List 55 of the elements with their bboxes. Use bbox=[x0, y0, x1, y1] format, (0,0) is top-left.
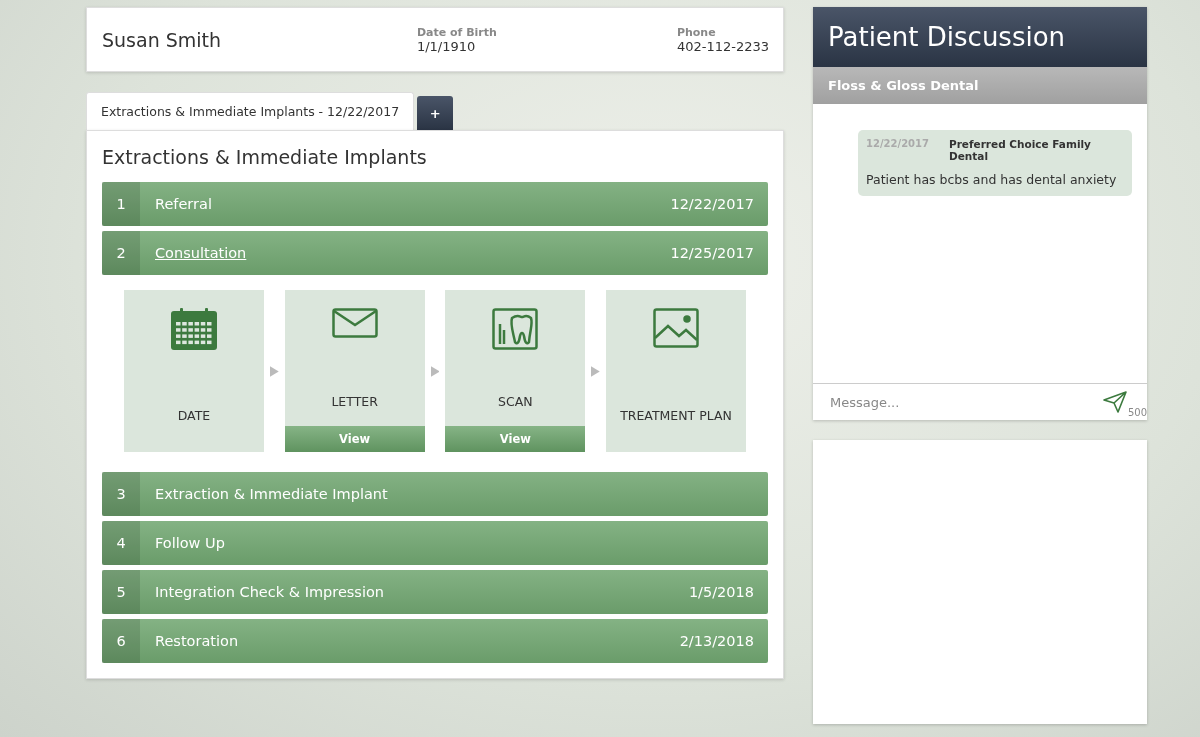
step-title: Consultation bbox=[154, 245, 248, 261]
step-header[interactable]: 1 Referral 12/22/2017 bbox=[102, 182, 768, 226]
card-label: SCAN bbox=[498, 394, 533, 409]
step-number: 3 bbox=[102, 472, 140, 516]
step-number: 2 bbox=[102, 231, 140, 275]
arrow-icon bbox=[269, 365, 279, 377]
arrow-icon bbox=[430, 365, 440, 377]
field-label: Phone bbox=[676, 25, 717, 39]
patient-name: Susan Smith bbox=[102, 28, 223, 51]
field-value: 1/1/1910 bbox=[416, 38, 477, 54]
step-title: Extraction & Immediate Implant bbox=[154, 486, 389, 502]
step-date: 12/25/2017 bbox=[670, 245, 755, 261]
step-card[interactable]: DATE bbox=[124, 290, 264, 452]
message-date: 12/22/2017 bbox=[866, 138, 929, 151]
message-author: Preferred Choice Family Dental bbox=[948, 138, 1092, 162]
arrow-icon bbox=[591, 365, 601, 377]
step-number: 6 bbox=[102, 619, 140, 663]
field-value: 402-112-2233 bbox=[676, 38, 769, 54]
view-button[interactable]: View bbox=[284, 426, 425, 452]
step-card[interactable]: TREATMENT PLAN bbox=[606, 290, 746, 452]
step-title: Restoration bbox=[154, 633, 240, 649]
step-number: 5 bbox=[102, 570, 140, 614]
step-number: 1 bbox=[102, 182, 140, 226]
image-icon bbox=[653, 308, 700, 348]
step-header[interactable]: 6 Restoration 2/13/2018 bbox=[102, 619, 768, 663]
step-date: 2/13/2018 bbox=[679, 633, 755, 649]
practice-name: Floss & Gloss Dental bbox=[828, 78, 979, 93]
step-card[interactable]: LETTER View bbox=[284, 290, 425, 452]
message-input[interactable]: Message... bbox=[828, 393, 1103, 411]
step-header[interactable]: 3 Extraction & Immediate Implant bbox=[102, 472, 768, 516]
view-button[interactable]: View bbox=[445, 426, 586, 452]
envelope-icon bbox=[331, 308, 378, 338]
plan-title: Extractions & Immediate Implants bbox=[102, 146, 428, 168]
step-header[interactable]: 5 Integration Check & Impression 1/5/2018 bbox=[102, 570, 768, 614]
step-header[interactable]: 4 Follow Up bbox=[102, 521, 768, 565]
step-header[interactable]: 2 Consultation 12/25/2017 bbox=[102, 231, 768, 275]
message-text: Patient has bcbs and has dental anxiety bbox=[866, 172, 1118, 187]
calendar-icon bbox=[170, 308, 217, 350]
step-title: Integration Check & Impression bbox=[154, 584, 385, 600]
card-label: LETTER bbox=[331, 394, 378, 409]
step-title: Follow Up bbox=[154, 535, 226, 551]
send-icon[interactable] bbox=[1103, 391, 1127, 413]
step-date: 12/22/2017 bbox=[670, 196, 755, 212]
add-tab-button[interactable]: + bbox=[417, 96, 454, 130]
card-label: TREATMENT PLAN bbox=[620, 408, 732, 423]
field-label: Date of Birth bbox=[416, 25, 498, 39]
tab[interactable]: Extractions & Immediate Implants - 12/22/2017 bbox=[86, 92, 415, 130]
character-counter: 500 bbox=[1127, 407, 1147, 418]
discussion-title: Patient Discussion bbox=[828, 22, 1066, 52]
card-label: DATE bbox=[177, 408, 211, 423]
step-card[interactable]: SCAN View bbox=[445, 290, 586, 452]
tooth-scan-icon bbox=[492, 308, 539, 350]
step-number: 4 bbox=[102, 521, 140, 565]
step-title: Referral bbox=[154, 196, 213, 212]
step-date: 1/5/2018 bbox=[688, 584, 755, 600]
